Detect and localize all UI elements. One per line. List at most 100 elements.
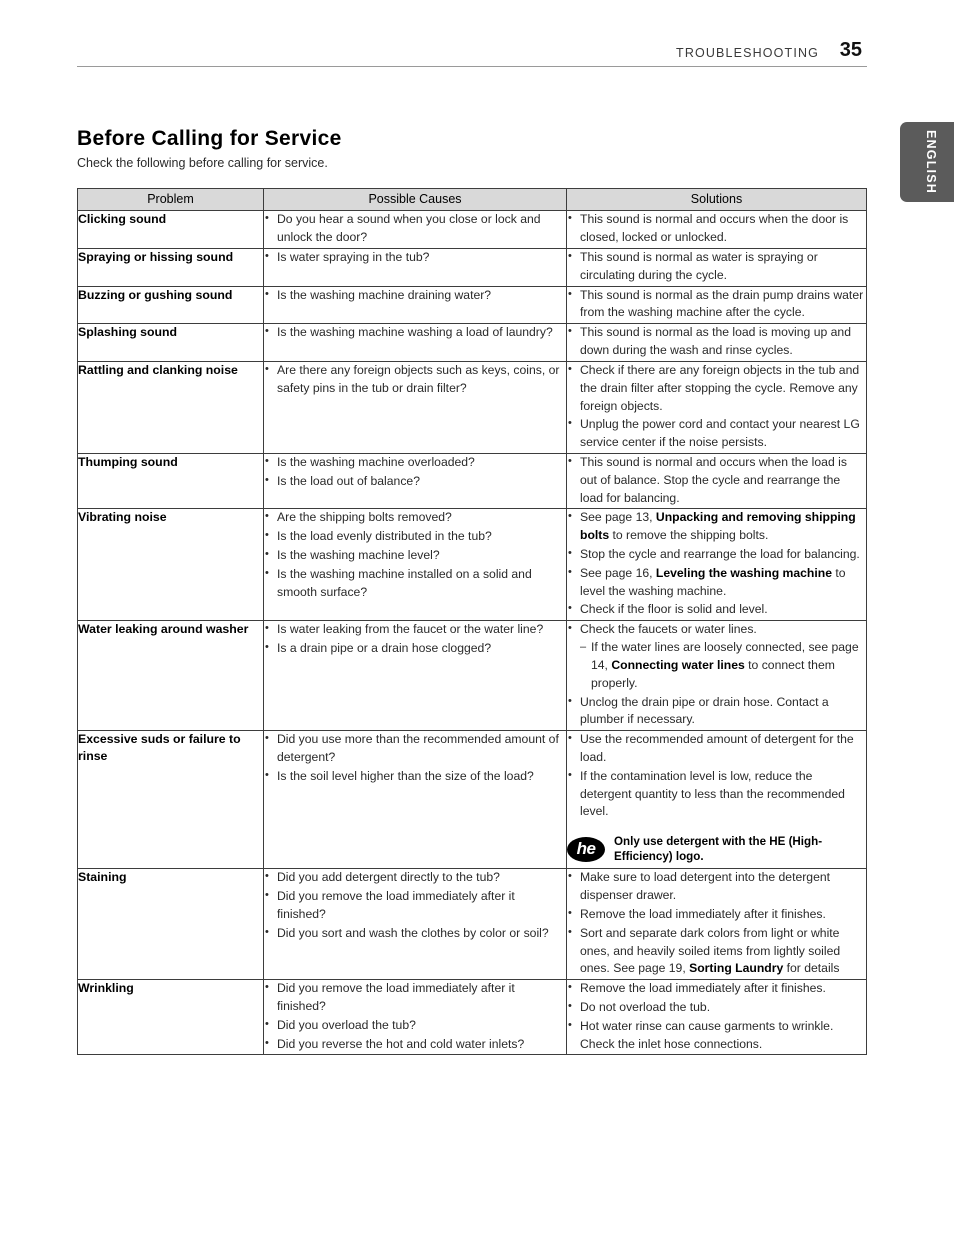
language-tab-label: ENGLISH (924, 130, 938, 194)
solutions-list: This sound is normal and occurs when the… (567, 453, 866, 507)
solution-item: This sound is normal as the drain pump d… (567, 286, 866, 323)
table-body: Clicking soundDo you hear a sound when y… (77, 210, 867, 1056)
solution-text: Check the faucets or water lines. (580, 622, 757, 637)
possible-causes-cell: Are there any foreign objects such as ke… (263, 360, 567, 454)
table-row: Thumping soundIs the washing machine ove… (77, 452, 867, 510)
possible-causes-cell: Did you use more than the recommended am… (263, 730, 567, 870)
possible-causes-cell: Is water leaking from the faucet or the … (263, 620, 567, 732)
troubleshooting-table: Problem Possible Causes Solutions Clicki… (77, 187, 867, 1056)
possible-causes-cell: Did you add detergent directly to the tu… (263, 868, 567, 981)
table-row: Water leaking around washerIs water leak… (77, 620, 867, 732)
problem-cell: Wrinkling (77, 979, 264, 1056)
causes-list: Is the washing machine overloaded?Is the… (264, 453, 566, 491)
solution-item: Sort and separate dark colors from light… (567, 924, 866, 978)
cause-item: Is the load out of balance? (264, 472, 566, 491)
solution-text-tail: for details (783, 961, 840, 976)
solution-item: Remove the load immediately after it fin… (567, 979, 866, 998)
page-title: Before Calling for Service (77, 127, 342, 151)
solution-item: Check if the floor is solid and level. (567, 600, 866, 619)
possible-causes-cell: Did you remove the load immediately afte… (263, 979, 567, 1056)
causes-list: Is water leaking from the faucet or the … (264, 620, 566, 658)
problem-cell: Thumping sound (77, 452, 264, 510)
table-row: StainingDid you add detergent directly t… (77, 868, 867, 981)
solution-text: See page 16, (580, 565, 656, 580)
possible-causes-cell: Are the shipping bolts removed?Is the lo… (263, 508, 567, 622)
solutions-list: See page 13, Unpacking and removing ship… (567, 508, 866, 619)
solutions-cell: Check the faucets or water lines. If the … (566, 620, 867, 732)
problem-cell: Splashing sound (77, 323, 264, 362)
cause-item: Are there any foreign objects such as ke… (264, 361, 566, 398)
cause-item: Did you use more than the recommended am… (264, 730, 566, 767)
solution-item: This sound is normal and occurs when the… (567, 210, 866, 247)
page-number: 35 (839, 39, 862, 61)
cause-item: Is the washing machine draining water? (264, 286, 566, 305)
cause-item: Did you add detergent directly to the tu… (264, 868, 566, 887)
solution-text: Make sure to load detergent into the det… (580, 870, 831, 903)
chapter-title: TROUBLESHOOTING (676, 46, 819, 60)
solutions-cell: This sound is normal and occurs when the… (566, 453, 867, 510)
solution-item: Check the faucets or water lines. If the … (567, 620, 866, 692)
problem-cell: Spraying or hissing sound (77, 248, 264, 287)
solution-item: See page 13, Unpacking and removing ship… (567, 508, 866, 545)
problem-cell: Staining (77, 868, 264, 981)
problem-cell: Vibrating noise (77, 508, 264, 622)
problem-cell: Clicking sound (77, 210, 264, 249)
solutions-list: Use the recommended amount of detergent … (567, 730, 866, 821)
cause-item: Is the washing machine installed on a so… (264, 565, 566, 602)
solution-item: Unclog the drain pipe or drain hose. Con… (567, 693, 866, 730)
solution-item: See page 16, Leveling the washing machin… (567, 564, 866, 601)
language-tab: ENGLISH (900, 122, 954, 202)
cause-item: Is the load evenly distributed in the tu… (264, 527, 566, 546)
solutions-cell: This sound is normal as the drain pump d… (566, 285, 867, 325)
table-row: Spraying or hissing soundIs water sprayi… (77, 248, 867, 287)
section-intro-text: Check the following before calling for s… (77, 156, 328, 170)
solution-subitem: If the water lines are loosely connected… (580, 639, 866, 692)
he-logo-text: he (576, 839, 596, 859)
solution-item: Use the recommended amount of detergent … (567, 730, 866, 767)
cause-item: Do you hear a sound when you close or lo… (264, 210, 566, 247)
solutions-cell: See page 13, Unpacking and removing ship… (566, 508, 867, 622)
causes-list: Is the washing machine draining water? (264, 286, 566, 305)
solutions-list: Check if there are any foreign objects i… (567, 361, 866, 452)
causes-list: Are there any foreign objects such as ke… (264, 361, 566, 398)
solution-text: Remove the load immediately after it fin… (580, 906, 826, 921)
table-row: Vibrating noiseAre the shipping bolts re… (77, 508, 867, 622)
solutions-cell: Make sure to load detergent into the det… (566, 868, 867, 981)
causes-list: Did you use more than the recommended am… (264, 730, 566, 786)
causes-list: Is the washing machine washing a load of… (264, 323, 566, 342)
he-detergent-note: he Only use detergent with the HE (High-E… (567, 834, 866, 864)
solution-item: If the contamination level is low, reduc… (567, 767, 866, 821)
solutions-list: This sound is normal and occurs when the… (567, 210, 866, 247)
solution-text: See page 13, (580, 510, 656, 525)
solution-item: This sound is normal as the load is movi… (567, 323, 866, 360)
column-header-solutions: Solutions (566, 187, 867, 212)
solution-item: Check if there are any foreign objects i… (567, 361, 866, 415)
causes-list: Is water spraying in the tub? (264, 248, 566, 267)
solution-item: This sound is normal and occurs when the… (567, 453, 866, 507)
solution-text: Stop the cycle and rearrange the load fo… (580, 547, 860, 561)
solutions-cell: Check if there are any foreign objects i… (566, 361, 867, 454)
possible-causes-cell: Is the washing machine draining water? (263, 285, 567, 325)
solutions-cell: This sound is normal and occurs when the… (566, 210, 867, 249)
table-row: Splashing soundIs the washing machine wa… (77, 323, 867, 362)
table-row: Clicking soundDo you hear a sound when y… (77, 210, 867, 249)
solutions-cell: Remove the load immediately after it fin… (566, 979, 867, 1056)
problem-cell: Rattling and clanking noise (77, 360, 264, 454)
table-row: WrinklingDid you remove the load immedia… (77, 979, 867, 1056)
causes-list: Did you remove the load immediately afte… (264, 979, 566, 1054)
solutions-cell: This sound is normal as water is sprayin… (566, 248, 867, 287)
cause-item: Is the soil level higher than the size o… (264, 767, 566, 786)
page-running-header: TROUBLESHOOTING 35 (77, 39, 867, 70)
solution-text: Check if the floor is solid and level. (580, 602, 768, 617)
solutions-cell: This sound is normal as the load is movi… (566, 323, 867, 362)
cause-item: Did you remove the load immediately afte… (264, 887, 566, 924)
solutions-list: Make sure to load detergent into the det… (567, 868, 866, 978)
solution-text-tail: to remove the shipping bolts. (609, 528, 769, 543)
cause-item: Did you reverse the hot and cold water i… (264, 1035, 566, 1054)
solutions-list: Remove the load immediately after it fin… (567, 979, 866, 1053)
solution-sublist: If the water lines are loosely connected… (580, 639, 866, 692)
solutions-cell: Use the recommended amount of detergent … (566, 730, 867, 870)
he-logo-icon: he (567, 836, 605, 862)
solution-item: Remove the load immediately after it fin… (567, 905, 866, 924)
column-header-possible-causes: Possible Causes (263, 187, 567, 212)
